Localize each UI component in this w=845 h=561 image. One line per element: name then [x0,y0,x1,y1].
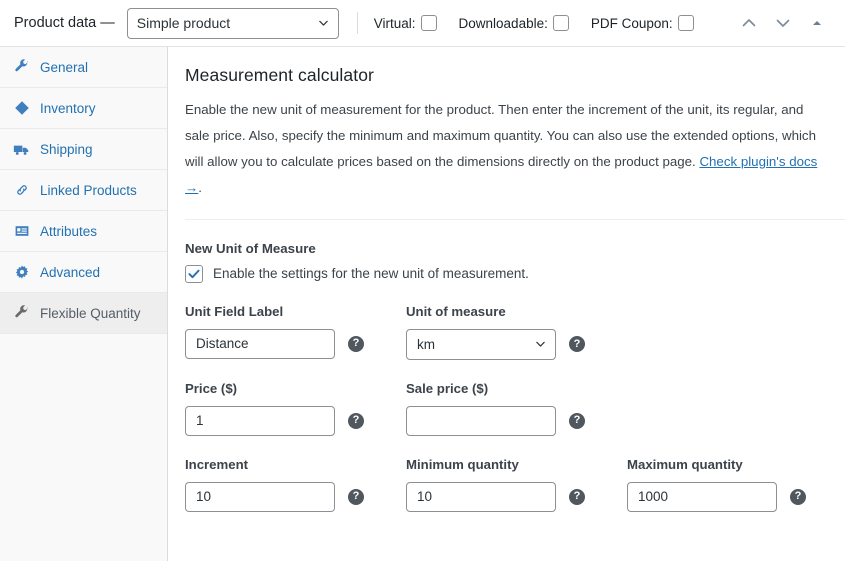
field-maximum-quantity: Maximum quantity 1000 ? [627,457,845,512]
sidebar-item-flexible-quantity[interactable]: Flexible Quantity [0,293,167,334]
input-value: 10 [417,489,433,505]
sidebar-item-label: Flexible Quantity [40,305,141,321]
measurement-calculator-panel: Measurement calculator Enable the new un… [169,47,845,561]
panel-order-actions [739,13,831,33]
flag-virtual-checkbox[interactable] [420,15,437,31]
chevron-down-icon [318,20,328,26]
field-minimum-quantity: Minimum quantity 10 ? [406,457,627,512]
chevron-up-icon[interactable] [739,13,759,33]
help-icon[interactable]: ? [569,336,585,353]
field-price: Price ($) 1 ? [185,381,406,436]
field-label: Unit of measure [406,303,506,319]
input-value: 1000 [638,489,669,505]
field-increment: Increment 10 ? [185,457,406,512]
flag-virtual[interactable]: Virtual: [374,15,437,31]
product-data-panel: Product data — Simple product Virtual: D… [0,0,845,561]
flag-pdf-coupon[interactable]: PDF Coupon: [591,15,694,31]
field-sale-price: Sale price ($) ? [406,381,627,436]
link-icon [13,182,30,199]
section-description: Enable the new unit of measurement for t… [185,97,825,201]
input-value: 1 [196,413,204,429]
panel-header: Product data — Simple product Virtual: D… [0,0,845,47]
field-unit-of-measure: Unit of measure km ? [406,304,627,360]
list-box-icon [13,223,30,240]
truck-icon [13,141,30,158]
sidebar-item-label: Shipping [40,141,93,157]
sidebar-item-attributes[interactable]: Attributes [0,211,167,252]
chevron-down-icon[interactable] [773,13,793,33]
flag-virtual-label: Virtual: [373,15,416,31]
field-label: Minimum quantity [406,456,519,472]
enable-new-unit-checkbox[interactable] [185,264,203,283]
flag-downloadable[interactable]: Downloadable: [459,15,569,31]
select-value: km [417,336,435,352]
help-icon[interactable]: ? [790,488,806,505]
measurement-fields: Unit Field Label Distance ? Unit of meas… [185,304,825,512]
product-data-sidebar: General Inventory Shipping Linked Produc… [0,47,168,561]
enable-new-unit-label: Enable the settings for the new unit of … [213,266,529,282]
field-row-unit: Unit Field Label Distance ? Unit of meas… [185,304,825,360]
tag-icon [13,100,30,117]
help-icon[interactable]: ? [348,488,364,505]
field-row-price: Price ($) 1 ? Sale price ($) ? [185,381,825,436]
help-icon[interactable]: ? [569,412,585,429]
field-label: Maximum quantity [627,456,743,472]
header-divider [356,12,358,34]
flag-downloadable-label: Downloadable: [458,15,548,31]
field-row-quantity: Increment 10 ? Minimum quantity 10 ? Max… [185,457,825,512]
field-label: Sale price ($) [406,380,489,396]
sidebar-item-shipping[interactable]: Shipping [0,129,167,170]
field-label: Unit Field Label [185,303,284,319]
wrench-icon [13,59,30,76]
input-value: 10 [196,489,212,505]
sidebar-item-inventory[interactable]: Inventory [0,88,167,129]
description-period: . [198,179,202,195]
flag-downloadable-checkbox[interactable] [552,15,569,31]
price-input[interactable]: 1 [185,405,335,436]
chevron-down-icon [536,341,545,347]
increment-input[interactable]: 10 [185,481,335,512]
input-value: Distance [196,336,249,352]
sidebar-item-label: Inventory [40,100,96,116]
gear-icon [13,264,30,281]
checkmark-icon [188,269,200,278]
field-label: Price ($) [185,380,238,396]
sidebar-item-label: Advanced [40,264,101,280]
product-flags-group: Virtual: Downloadable: PDF Coupon: [374,15,694,31]
unit-field-label-input[interactable]: Distance [185,328,335,359]
triangle-up-icon[interactable] [807,13,827,33]
new-unit-of-measure-block: New Unit of Measure Enable the settings … [185,241,825,283]
wrench-icon [13,305,30,322]
page-title: Product data — [14,15,115,31]
sidebar-item-label: Linked Products [40,182,137,198]
help-icon[interactable]: ? [348,412,364,429]
minimum-quantity-input[interactable]: 10 [406,481,556,512]
sidebar-item-label: General [40,59,89,75]
unit-of-measure-select[interactable]: km [406,328,556,360]
product-type-value: Simple product [136,15,231,31]
sidebar-item-general[interactable]: General [0,47,167,88]
product-type-select[interactable]: Simple product [126,7,339,39]
help-icon[interactable]: ? [569,488,585,505]
sale-price-input[interactable] [406,405,556,436]
enable-new-unit-row[interactable]: Enable the settings for the new unit of … [185,264,825,283]
sidebar-item-advanced[interactable]: Advanced [0,252,167,293]
sidebar-item-linked-products[interactable]: Linked Products [0,170,167,211]
section-title: Measurement calculator [185,65,374,85]
section-divider [185,218,845,220]
sidebar-item-label: Attributes [40,223,98,239]
flag-pdf-coupon-label: PDF Coupon: [590,15,673,31]
field-unit-field-label: Unit Field Label Distance ? [185,304,406,360]
new-unit-heading: New Unit of Measure [185,240,316,256]
maximum-quantity-input[interactable]: 1000 [627,481,777,512]
field-label: Increment [185,456,249,472]
flag-pdf-coupon-checkbox[interactable] [677,15,694,31]
help-icon[interactable]: ? [348,335,364,352]
